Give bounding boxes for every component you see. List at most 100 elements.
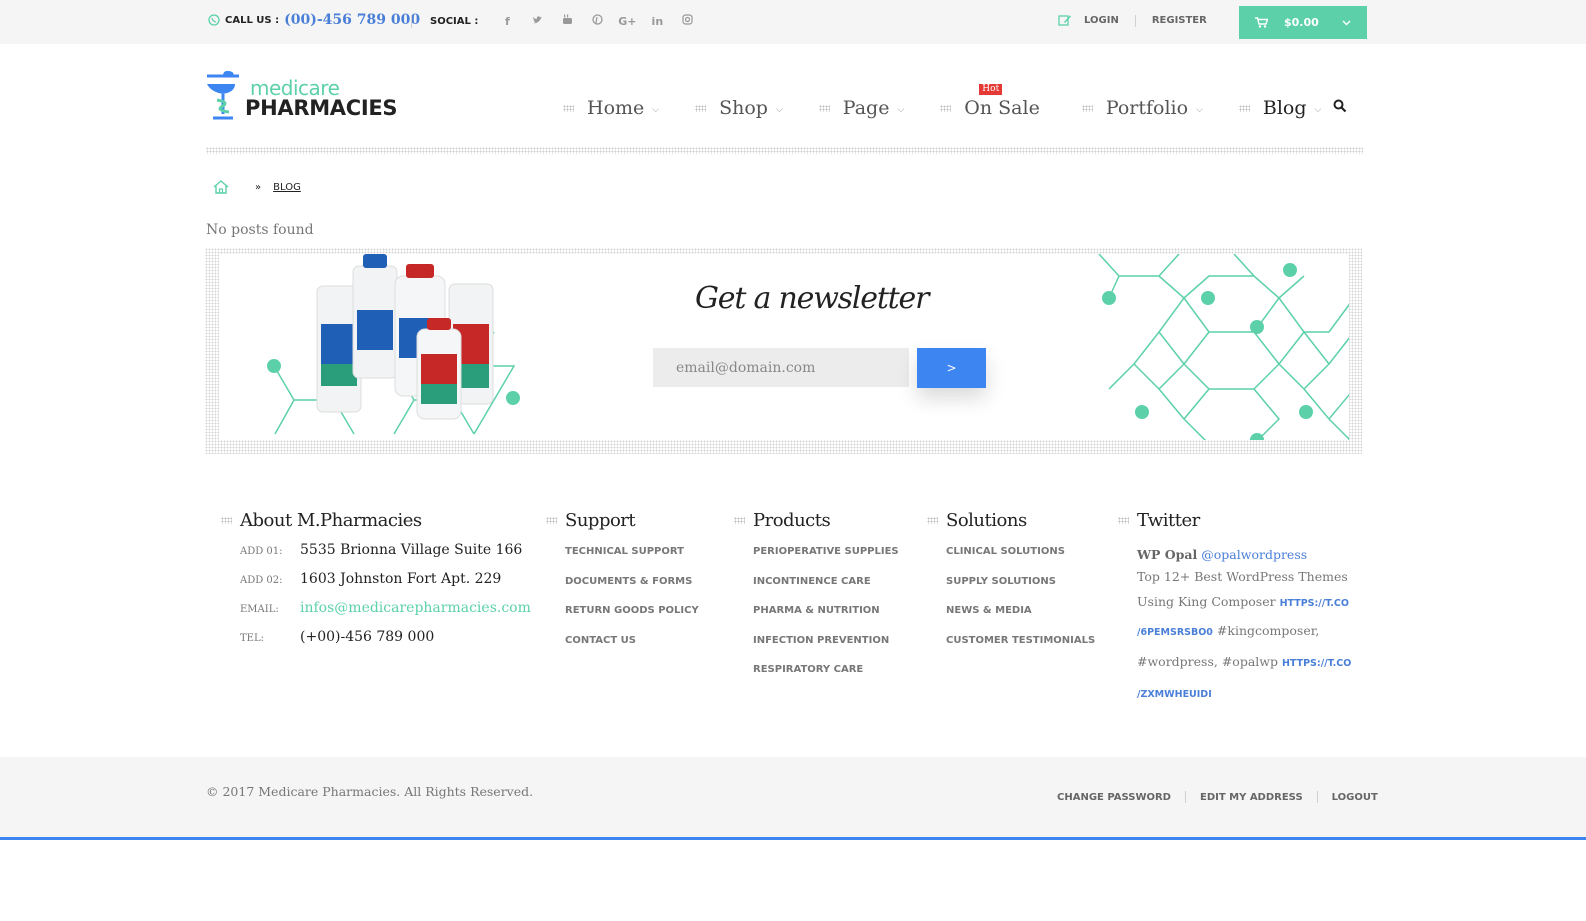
main-nav: Home ⌵ Shop ⌵ Page ⌵ On Sale Hot Portfol…: [563, 84, 1357, 123]
nav-label: Page: [842, 97, 890, 119]
breadcrumb: » BLOG: [213, 180, 301, 194]
dots-icon: [734, 517, 745, 524]
footer-link[interactable]: TECHNICAL SUPPORT: [565, 545, 699, 575]
tweet-link[interactable]: /6PEMSRSBO0: [1137, 627, 1213, 638]
cart-amount: $0.00: [1284, 16, 1319, 29]
nav-item-blog[interactable]: Blog ⌵: [1238, 97, 1321, 119]
chevron-down-icon: ⌵: [1196, 105, 1203, 115]
logo-text-bottom: PHARMACIES: [245, 96, 398, 120]
tweet-hashtags: #wordpress, #opalwp: [1137, 654, 1278, 669]
tweet-link[interactable]: HTTPS://T.CO: [1282, 658, 1351, 669]
address-2-value: 1603 Johnston Fort Apt. 229: [300, 571, 502, 587]
email-label: EMAIL:: [240, 604, 279, 615]
nav-item-home[interactable]: Home ⌵: [563, 97, 659, 119]
facebook-icon[interactable]: f: [492, 15, 522, 28]
divider: [1316, 791, 1318, 803]
footer-about: About M.Pharmacies ADD 01: 5535 Brionna …: [221, 510, 531, 658]
dots-icon: [1238, 104, 1250, 112]
linkedin-icon[interactable]: in: [642, 15, 672, 28]
footer-link[interactable]: INCONTINENCE CARE: [753, 575, 899, 605]
footer-products-title: Products: [753, 510, 831, 531]
instagram-icon[interactable]: [672, 14, 702, 28]
footer-link[interactable]: CONTACT US: [565, 634, 699, 664]
footer-link[interactable]: INFECTION PREVENTION: [753, 634, 899, 664]
edit-icon: [1058, 15, 1071, 26]
newsletter-email-input[interactable]: [653, 348, 909, 387]
edit-address-link[interactable]: EDIT MY ADDRESS: [1200, 792, 1303, 803]
footer-link[interactable]: PERIOPERATIVE SUPPLIES: [753, 545, 899, 575]
divider: [1184, 791, 1186, 803]
email-link[interactable]: infos@medicarepharmacies.com: [300, 600, 531, 616]
dots-icon: [818, 104, 830, 112]
google-plus-icon[interactable]: G+: [612, 15, 642, 28]
medicine-vials-image: [316, 254, 494, 420]
footer-link[interactable]: DOCUMENTS & FORMS: [565, 575, 699, 605]
youtube-icon[interactable]: [552, 14, 582, 28]
footer-link[interactable]: RESPIRATORY CARE: [753, 663, 899, 693]
register-link[interactable]: REGISTER: [1152, 15, 1207, 26]
nav-item-portfolio[interactable]: Portfolio ⌵: [1081, 97, 1203, 119]
header-divider: [206, 147, 1363, 154]
footer-link[interactable]: SUPPLY SOLUTIONS: [946, 575, 1095, 605]
footer-twitter: Twitter WP Opal @opalwordpress Top 12+ B…: [1118, 510, 1357, 709]
cart-button[interactable]: $0.00: [1239, 6, 1367, 39]
dots-icon: [695, 104, 707, 112]
change-password-link[interactable]: CHANGE PASSWORD: [1057, 792, 1171, 803]
logout-link[interactable]: LOGOUT: [1332, 792, 1378, 803]
account-links: CHANGE PASSWORD EDIT MY ADDRESS LOGOUT: [1057, 791, 1378, 803]
tweet-user: WP Opal: [1137, 547, 1198, 562]
phone-link[interactable]: (00)-456 789 000: [284, 12, 420, 28]
nav-item-on-sale[interactable]: On Sale Hot: [940, 84, 1040, 119]
nav-label: Blog: [1262, 97, 1307, 119]
search-icon[interactable]: [1333, 99, 1347, 113]
social-label: SOCIAL :: [430, 15, 479, 27]
call-us-label: CALL US :: [225, 14, 280, 26]
dots-icon: [1118, 517, 1129, 524]
hot-badge: Hot: [979, 84, 1003, 95]
tweet-handle[interactable]: @opalwordpress: [1201, 547, 1307, 562]
footer-twitter-title: Twitter: [1137, 510, 1200, 531]
dots-icon: [940, 104, 952, 112]
top-bar: CALL US : (00)-456 789 000 SOCIAL : f G+…: [0, 0, 1586, 44]
divider: [1134, 14, 1136, 27]
footer-link[interactable]: NEWS & MEDIA: [946, 604, 1095, 634]
no-posts-message: No posts found: [206, 222, 314, 238]
dots-icon: [563, 104, 574, 112]
cart-icon: [1255, 17, 1268, 28]
login-link[interactable]: LOGIN: [1084, 15, 1119, 26]
nav-item-page[interactable]: Page ⌵: [818, 97, 905, 119]
whatsapp-icon: [208, 14, 220, 26]
social-links: SOCIAL : f G+ in: [430, 14, 702, 28]
call-us: CALL US : (00)-456 789 000: [208, 12, 420, 28]
footer-solutions-title: Solutions: [946, 510, 1027, 531]
nav-label: On Sale: [964, 97, 1040, 119]
chevron-down-icon: ⌵: [775, 105, 783, 115]
site-logo[interactable]: medicare PHARMACIES: [205, 70, 405, 122]
chevron-down-icon: ⌵: [897, 105, 905, 115]
nav-label: Home: [587, 97, 645, 119]
copyright: © 2017 Medicare Pharmacies. All Rights R…: [206, 784, 534, 799]
nav-item-shop[interactable]: Shop ⌵: [695, 97, 783, 119]
dots-icon: [221, 517, 232, 524]
footer-link[interactable]: RETURN GOODS POLICY: [565, 604, 699, 634]
nav-label: Shop: [719, 97, 768, 119]
footer-link[interactable]: CUSTOMER TESTIMONIALS: [946, 634, 1095, 664]
footer-about-title: About M.Pharmacies: [240, 510, 422, 531]
tweet-link[interactable]: /ZXMWHEUIDI: [1137, 689, 1212, 700]
breadcrumb-current[interactable]: BLOG: [273, 182, 301, 193]
tweet-hashtag: #kingcomposer,: [1216, 623, 1320, 638]
footer-link[interactable]: PHARMA & NUTRITION: [753, 604, 899, 634]
tel-row: TEL: (+00)-456 789 000: [240, 629, 531, 658]
pinterest-icon[interactable]: [582, 14, 612, 28]
tweet: WP Opal @opalwordpress Top 12+ Best Word…: [1137, 545, 1357, 709]
footer-products: Products PERIOPERATIVE SUPPLIES INCONTIN…: [734, 510, 899, 693]
address-2-row: ADD 02: 1603 Johnston Fort Apt. 229: [240, 571, 531, 600]
chevron-down-icon: ⌵: [652, 105, 660, 115]
address-1-label: ADD 01:: [240, 546, 283, 557]
tweet-link[interactable]: HTTPS://T.CO: [1280, 598, 1349, 609]
home-icon[interactable]: [213, 180, 229, 194]
twitter-icon[interactable]: [522, 15, 552, 28]
footer-link[interactable]: CLINICAL SOLUTIONS: [946, 545, 1095, 575]
newsletter-submit-button[interactable]: >: [917, 348, 986, 388]
email-row: EMAIL: infos@medicarepharmacies.com: [240, 600, 531, 629]
